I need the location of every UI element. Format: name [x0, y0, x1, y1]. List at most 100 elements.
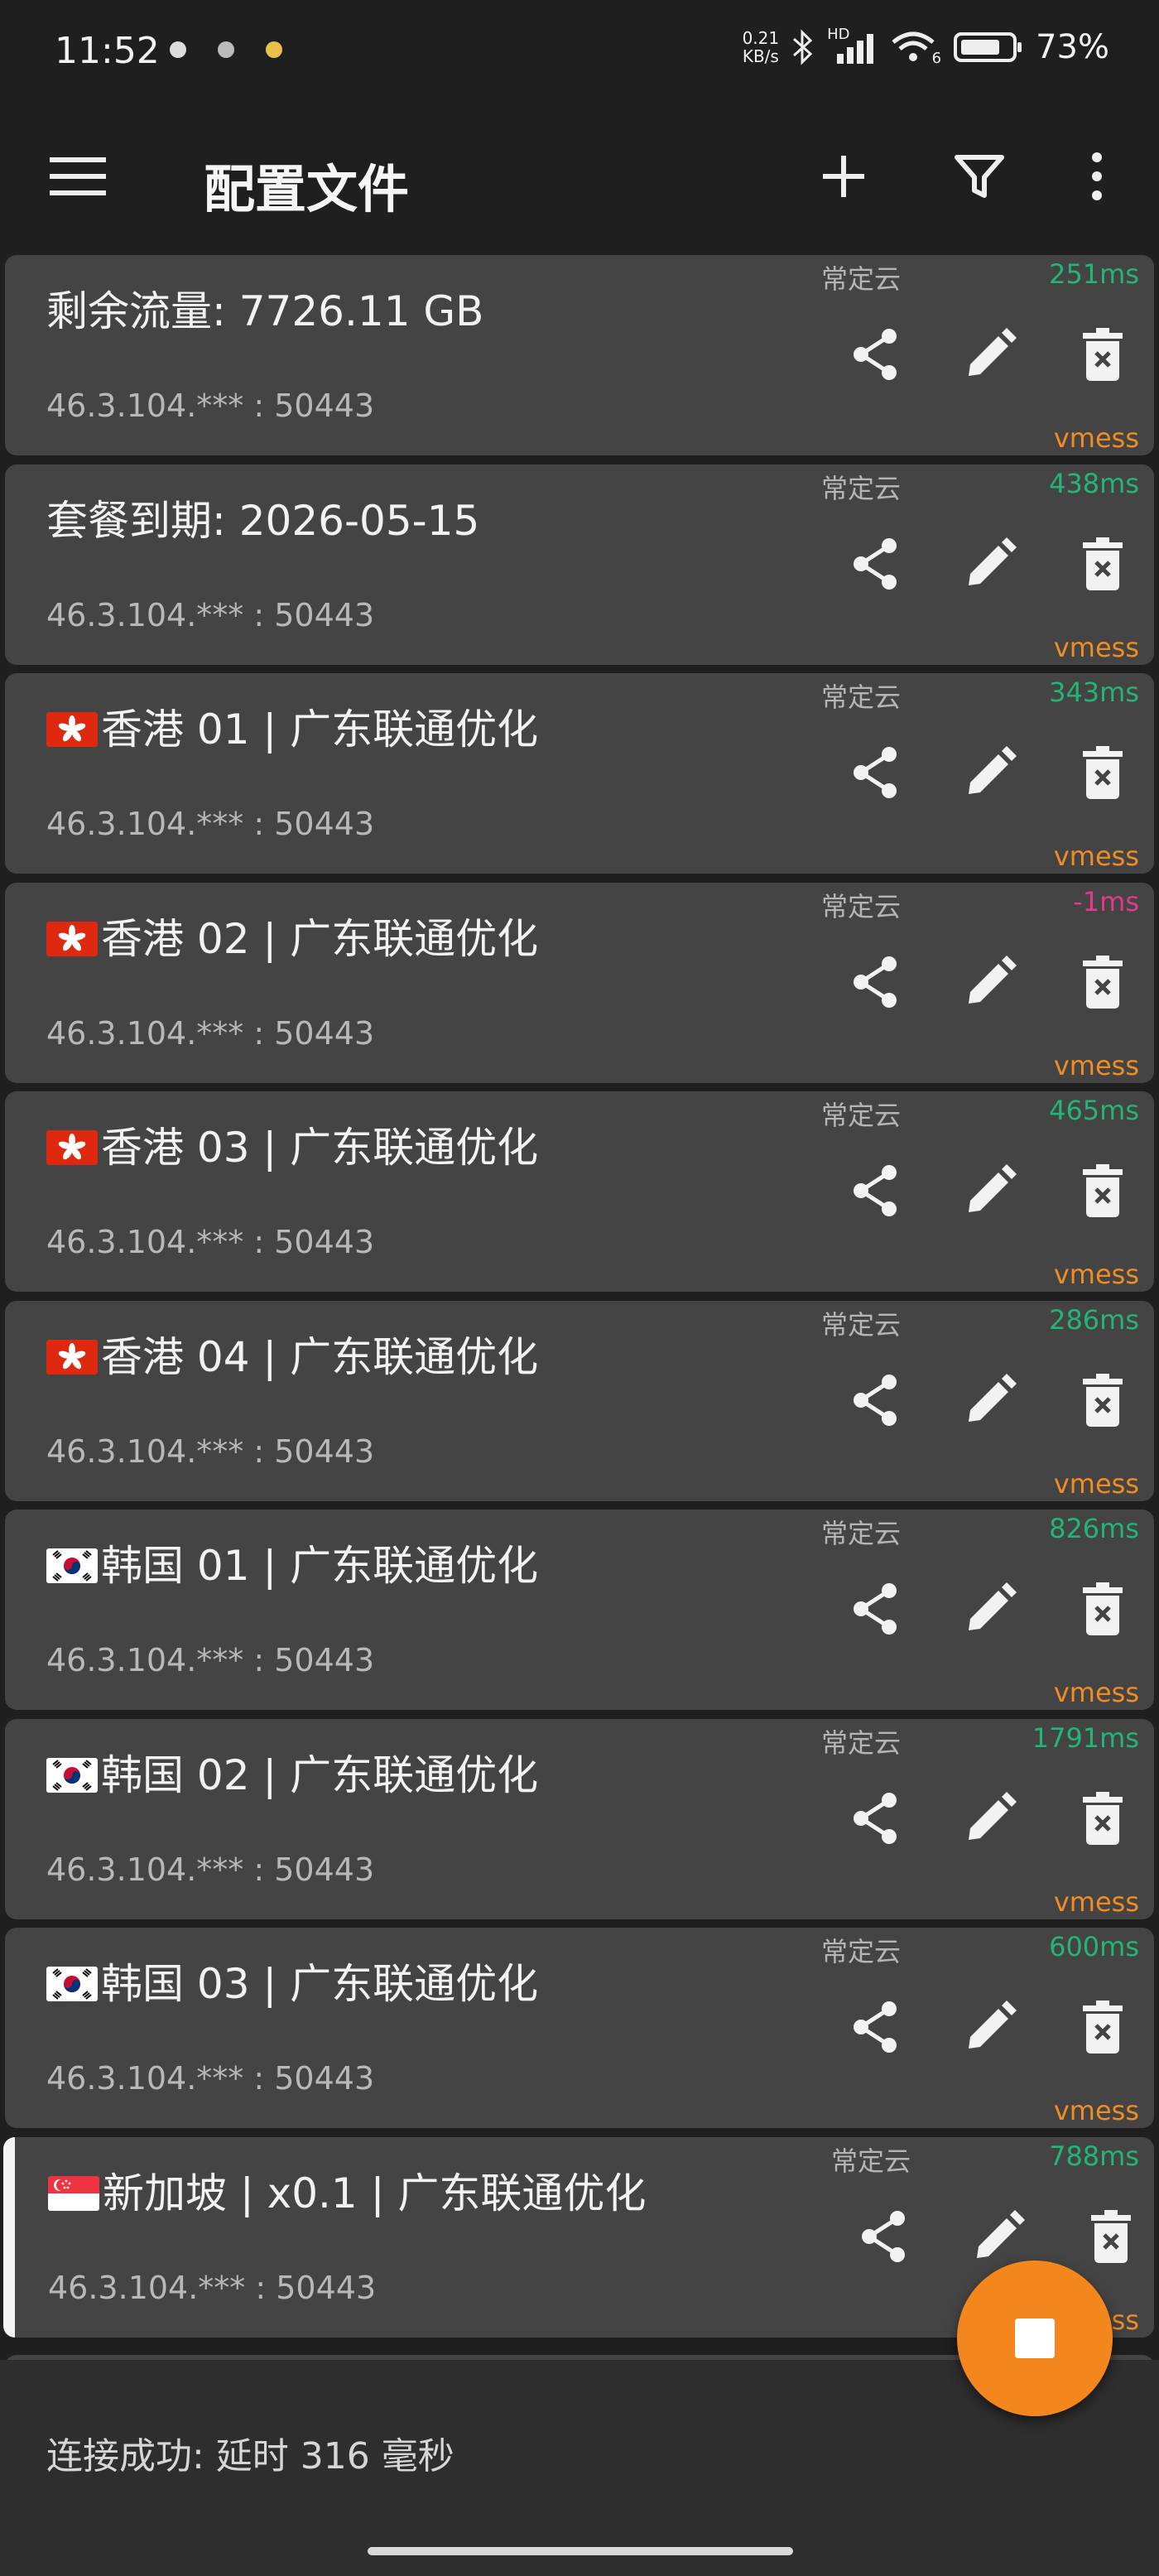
delete-icon[interactable]	[1070, 949, 1136, 1015]
stop-button[interactable]	[957, 2261, 1113, 2416]
protocol-label: vmess	[1053, 422, 1139, 454]
latency-value: 1791ms	[1032, 1721, 1139, 1754]
delete-icon[interactable]	[1070, 1785, 1136, 1851]
notification-icon	[170, 41, 186, 58]
notification-icons	[170, 41, 282, 58]
profile-name: 韩国 01 | 广东联通优化	[46, 1533, 538, 1592]
profile-card[interactable]: 韩国 03 | 广东联通优化 46.3.104.*** : 50443 常定云 600…	[5, 1928, 1154, 2128]
latency-value: 438ms	[1049, 467, 1139, 499]
profile-card[interactable]: 韩国 01 | 广东联通优化 46.3.104.*** : 50443 常定云 826…	[5, 1509, 1154, 1710]
connection-status-text: 连接成功: 延时 316 毫秒	[46, 2435, 454, 2477]
profile-address: 46.3.104.*** : 50443	[46, 1642, 375, 1678]
protocol-label: vmess	[1053, 2095, 1139, 2126]
protocol-label: vmess	[1053, 1885, 1139, 1918]
share-icon[interactable]	[843, 531, 909, 597]
share-icon[interactable]	[843, 1367, 909, 1433]
edit-icon[interactable]	[957, 949, 1023, 1015]
profile-address: 46.3.104.*** : 50443	[48, 2269, 377, 2306]
profile-address: 46.3.104.*** : 50443	[46, 1851, 375, 1888]
latency-value: 251ms	[1049, 258, 1139, 290]
status-time: 11:52	[55, 30, 160, 72]
app-bar: 配置文件	[0, 108, 1159, 248]
delete-icon[interactable]	[1070, 739, 1136, 806]
edit-icon[interactable]	[957, 1576, 1023, 1642]
subscription-label: 常定云	[821, 681, 902, 713]
latency-value: 343ms	[1049, 677, 1139, 708]
kr-flag-icon	[46, 1542, 101, 1590]
share-icon[interactable]	[843, 1158, 909, 1224]
filter-icon[interactable]	[950, 147, 1008, 205]
kr-flag-icon	[46, 1960, 101, 2008]
edit-icon[interactable]	[957, 1158, 1023, 1224]
delete-icon[interactable]	[1070, 321, 1136, 388]
page-title: 配置文件	[204, 159, 410, 219]
more-vert-icon[interactable]	[1068, 147, 1126, 205]
delete-icon[interactable]	[1070, 1158, 1136, 1224]
edit-icon[interactable]	[957, 1994, 1023, 2060]
subscription-label: 常定云	[821, 1936, 902, 1967]
edit-icon[interactable]	[957, 1367, 1023, 1433]
share-icon[interactable]	[843, 1994, 909, 2060]
profile-card[interactable]: 剩余流量: 7726.11 GB 46.3.104.*** : 50443 常定云 2…	[5, 255, 1154, 455]
latency-value: 600ms	[1049, 1931, 1139, 1962]
share-icon[interactable]	[843, 739, 909, 806]
edit-icon[interactable]	[957, 531, 1023, 597]
profile-card[interactable]: 香港 03 | 广东联通优化 46.3.104.*** : 50443 常定云 465…	[5, 1091, 1154, 1292]
profile-address: 46.3.104.*** : 50443	[46, 388, 375, 424]
add-icon[interactable]	[815, 147, 873, 205]
protocol-label: vmess	[1053, 1049, 1139, 1081]
gesture-handle	[368, 2547, 793, 2555]
profile-address: 46.3.104.*** : 50443	[46, 1014, 375, 1052]
profile-address: 46.3.104.*** : 50443	[46, 1432, 375, 1470]
edit-icon[interactable]	[965, 2203, 1032, 2270]
hk-flag-icon	[46, 1333, 101, 1381]
profile-name: 剩余流量: 7726.11 GB	[46, 287, 484, 335]
stop-icon	[1015, 2318, 1055, 2358]
profile-name: 香港 03 | 广东联通优化	[46, 1115, 538, 1174]
profile-card[interactable]: 套餐到期: 2026-05-15 46.3.104.*** : 50443 常定云 4…	[5, 464, 1154, 665]
profile-card[interactable]: 香港 01 | 广东联通优化 46.3.104.*** : 50443 常定云 343…	[5, 673, 1154, 874]
protocol-label: vmess	[1053, 1467, 1139, 1500]
delete-icon[interactable]	[1070, 1994, 1136, 2060]
latency-value: 465ms	[1049, 1095, 1139, 1126]
share-icon[interactable]	[843, 321, 909, 388]
notification-icon	[218, 41, 234, 58]
share-icon[interactable]	[851, 2203, 917, 2270]
profile-card[interactable]: 香港 04 | 广东联通优化 46.3.104.*** : 50443 常定云 286…	[5, 1300, 1154, 1501]
latency-value: 286ms	[1049, 1303, 1139, 1336]
share-icon[interactable]	[843, 1576, 909, 1642]
menu-icon[interactable]	[50, 156, 106, 197]
latency-value: 788ms	[1049, 2140, 1139, 2172]
delete-icon[interactable]	[1070, 1367, 1136, 1433]
delete-icon[interactable]	[1070, 1576, 1136, 1642]
edit-icon[interactable]	[957, 321, 1023, 388]
profile-name: 香港 02 | 广东联通优化	[46, 906, 538, 965]
subscription-label: 常定云	[821, 1308, 902, 1341]
share-icon[interactable]	[843, 949, 909, 1015]
delete-icon[interactable]	[1078, 2203, 1144, 2270]
share-icon[interactable]	[843, 1785, 909, 1851]
subscription-label: 常定云	[821, 1100, 902, 1131]
profile-name: 香港 04 | 广东联通优化	[46, 1324, 538, 1384]
cellular-signal-icon: HD	[827, 26, 878, 65]
subscription-label: 常定云	[831, 2145, 911, 2177]
sg-flag-icon	[48, 2169, 103, 2217]
delete-icon[interactable]	[1070, 531, 1136, 597]
profile-card[interactable]: 香港 02 | 广东联通优化 46.3.104.*** : 50443 常定云 -1m…	[5, 882, 1154, 1083]
hk-flag-icon	[46, 915, 101, 963]
protocol-label: vmess	[1053, 840, 1139, 872]
subscription-label: 常定云	[821, 1726, 902, 1759]
status-indicators: 0.21 KB/s HD 6 73%	[743, 26, 1109, 67]
profile-name: 套餐到期: 2026-05-15	[46, 496, 480, 545]
profile-name: 韩国 02 | 广东联通优化	[46, 1742, 538, 1802]
edit-icon[interactable]	[957, 1785, 1023, 1851]
profile-address: 46.3.104.*** : 50443	[46, 596, 375, 633]
latency-value: -1ms	[1073, 885, 1139, 917]
battery-percent: 73%	[1036, 28, 1109, 66]
wifi-icon: 6	[890, 29, 941, 67]
latency-value: 826ms	[1049, 1513, 1139, 1544]
edit-icon[interactable]	[957, 739, 1023, 806]
profile-card[interactable]: 韩国 02 | 广东联通优化 46.3.104.*** : 50443 常定云 179…	[5, 1718, 1154, 1919]
subscription-label: 常定云	[821, 1518, 902, 1549]
hk-flag-icon	[46, 705, 101, 754]
